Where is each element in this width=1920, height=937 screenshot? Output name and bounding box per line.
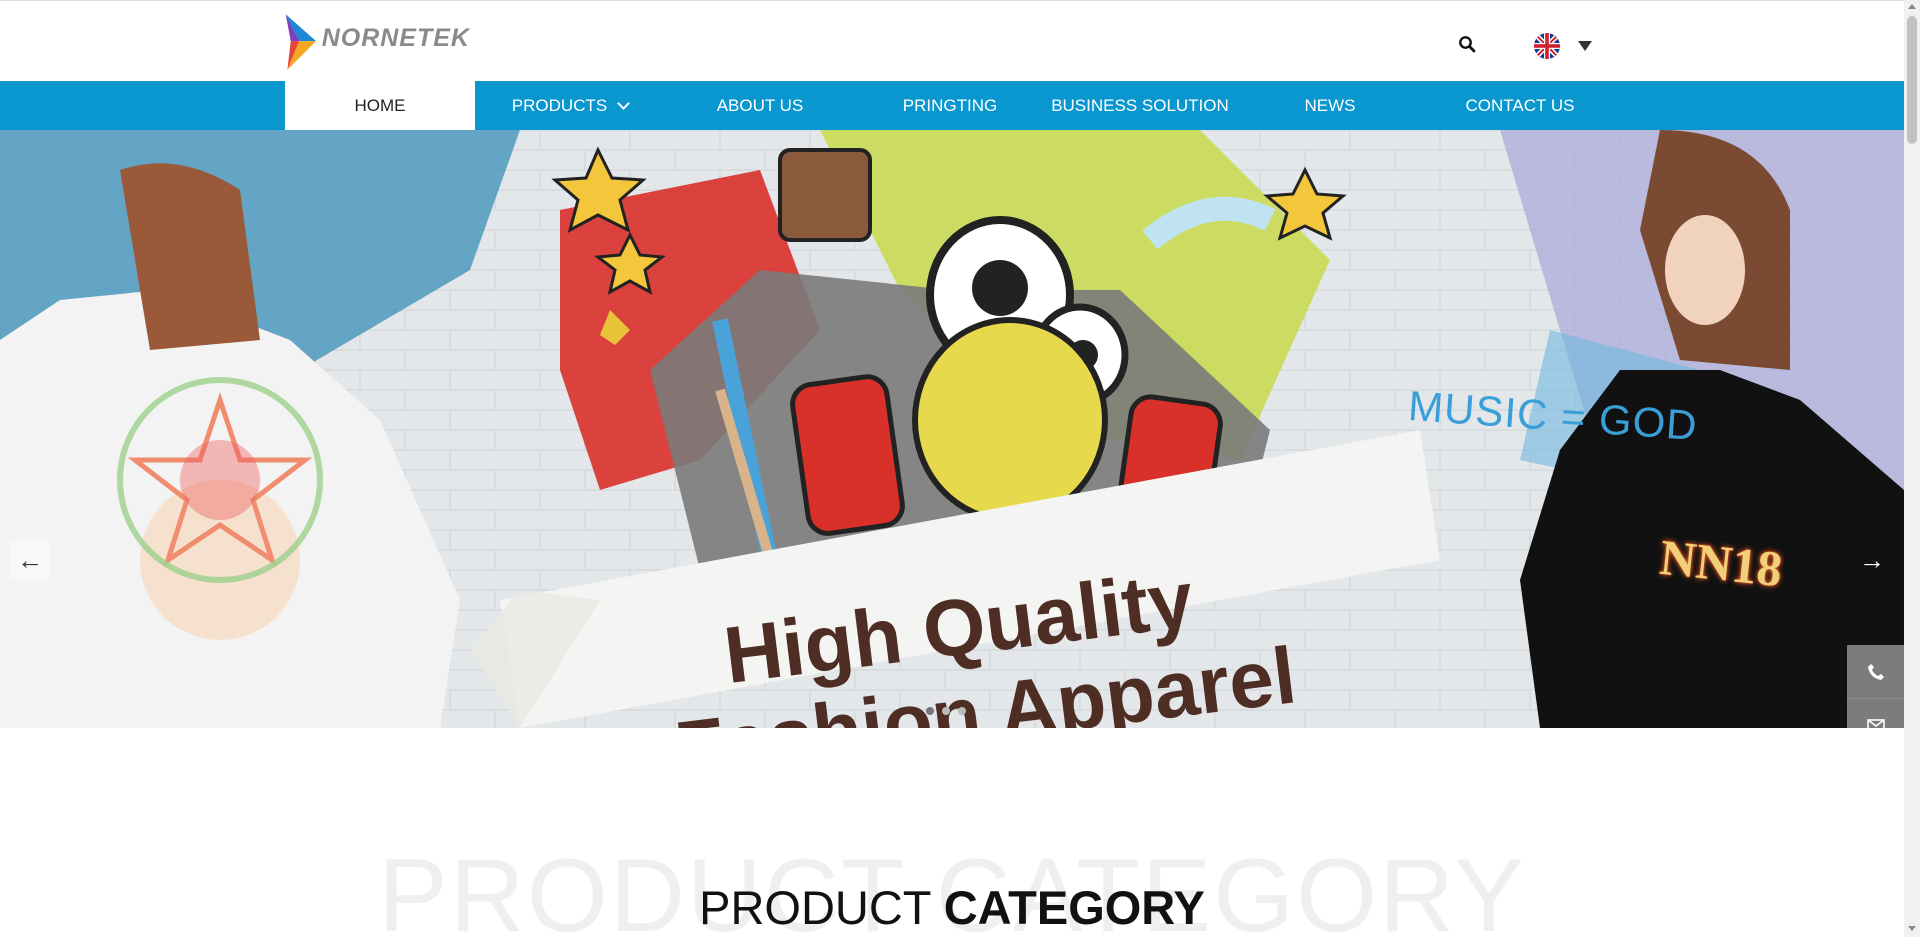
section-title: PRODUCT CATEGORY bbox=[0, 884, 1904, 931]
carousel-dot[interactable] bbox=[942, 707, 950, 715]
uk-flag-icon bbox=[1534, 33, 1560, 59]
scroll-up-icon[interactable] bbox=[1908, 4, 1916, 9]
logo-mark-icon bbox=[285, 14, 317, 70]
carousel-dot[interactable] bbox=[958, 707, 966, 715]
chevron-down-icon bbox=[617, 96, 631, 110]
nav-item-label: HOME bbox=[354, 95, 406, 115]
nav-item-news[interactable]: NEWS bbox=[1235, 81, 1425, 130]
scrollbar-thumb[interactable] bbox=[1907, 16, 1917, 144]
nav-item-products[interactable]: PRODUCTS bbox=[475, 81, 665, 130]
arrow-left-icon: ← bbox=[17, 544, 43, 575]
search-button[interactable] bbox=[1458, 35, 1478, 55]
carousel-dot[interactable] bbox=[926, 707, 934, 715]
top-header: NORNETEK bbox=[0, 0, 1904, 81]
chevron-down-icon bbox=[1578, 41, 1592, 51]
main-nav: HOME PRODUCTS ABOUT US PRINGTING BUSINES… bbox=[0, 81, 1904, 130]
page: NORNETEK HOME PRODUCTS ABOUT US PRINGTIN… bbox=[0, 0, 1920, 937]
phone-icon bbox=[1867, 663, 1884, 680]
nav-item-printing[interactable]: PRINGTING bbox=[855, 81, 1045, 130]
nav-item-home[interactable]: HOME bbox=[285, 81, 475, 130]
scroll-down-icon[interactable] bbox=[1908, 926, 1916, 931]
product-category-section: PRODUCT CATEGORY PRODUCT CATEGORY bbox=[0, 728, 1904, 937]
nav-item-label: CONTACT US bbox=[1465, 95, 1575, 115]
phone-button[interactable] bbox=[1847, 645, 1904, 699]
logo-text: NORNETEK bbox=[321, 23, 470, 52]
carousel-next-button[interactable]: → bbox=[1852, 540, 1892, 580]
nav-item-label: NEWS bbox=[1304, 95, 1356, 115]
section-title-light: PRODUCT bbox=[699, 881, 931, 934]
page-scrollbar[interactable] bbox=[1904, 0, 1920, 937]
nav-item-contact-us[interactable]: CONTACT US bbox=[1425, 81, 1615, 130]
carousel-pagination bbox=[926, 707, 966, 715]
nav-item-business-solution[interactable]: BUSINESS SOLUTION bbox=[1045, 81, 1235, 130]
nav-item-label: PRINGTING bbox=[902, 95, 998, 115]
carousel-prev-button[interactable]: ← bbox=[10, 540, 50, 580]
nav-item-label: PRODUCTS bbox=[511, 95, 608, 115]
section-title-bold: CATEGORY bbox=[943, 881, 1205, 934]
hero-banner[interactable]: MUSIC = GOD NN18 High Quality Fashion Ap… bbox=[0, 130, 1904, 728]
logo[interactable]: NORNETEK bbox=[284, 6, 470, 78]
nav-item-label: ABOUT US bbox=[716, 95, 804, 115]
arrow-right-icon: → bbox=[1859, 544, 1885, 575]
nav-item-label: BUSINESS SOLUTION bbox=[1051, 95, 1229, 115]
nav-item-about-us[interactable]: ABOUT US bbox=[665, 81, 855, 130]
language-selector[interactable] bbox=[1534, 33, 1592, 59]
search-icon bbox=[1459, 36, 1476, 53]
